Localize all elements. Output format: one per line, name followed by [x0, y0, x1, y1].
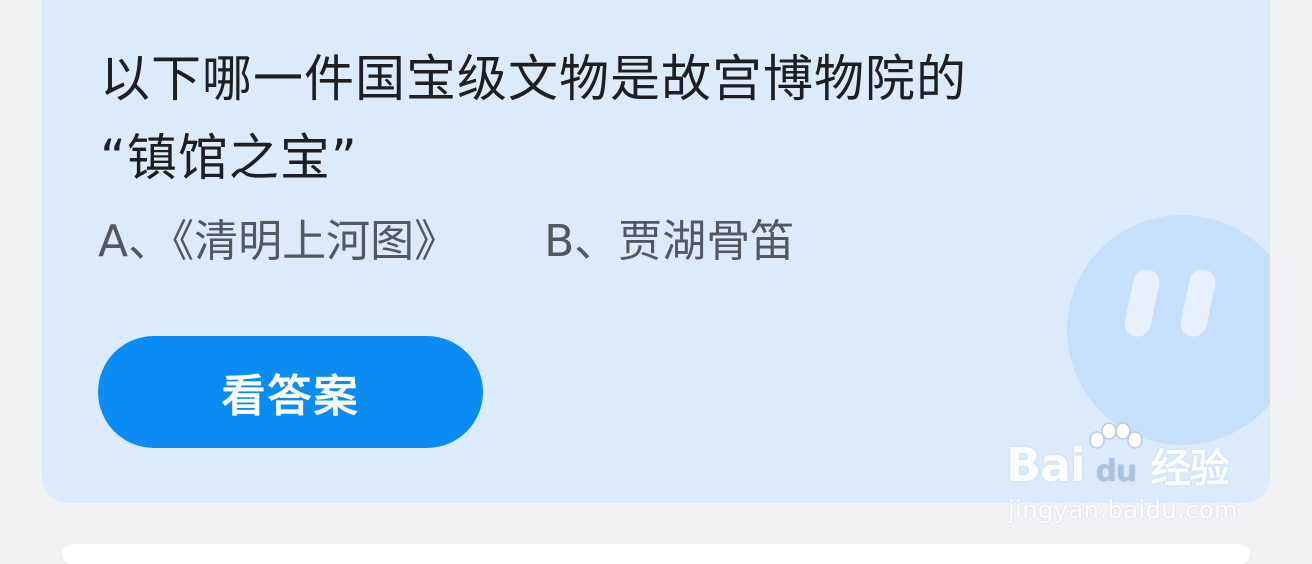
mascot-eye [1122, 267, 1162, 339]
option-b[interactable]: B、贾湖骨笛 [544, 212, 794, 272]
baidu-paw-icon: du [1087, 422, 1145, 492]
question-line-1: 以下哪一件国宝级文物是故宫博物院的 [100, 50, 967, 108]
question-text: 以下哪一件国宝级文物是故宫博物院的 “镇馆之宝” [100, 40, 1210, 198]
mascot-eye [1178, 267, 1218, 339]
answer-options: A、《清明上河图》 B、贾湖骨笛 [98, 212, 794, 272]
watermark-logo-prefix: Bai [1006, 438, 1086, 492]
show-answer-button[interactable]: 看答案 [98, 336, 483, 448]
question-line-2: “镇馆之宝” [100, 129, 358, 187]
watermark-url: jingyan.baidu.com [1008, 496, 1238, 524]
option-a[interactable]: A、《清明上河图》 [98, 212, 458, 272]
watermark-logo-suffix: 经验 [1150, 446, 1230, 492]
baidu-jingyan-watermark: Bai du 经验 jingyan.baidu.com [1000, 410, 1300, 530]
next-card-edge [62, 544, 1250, 564]
watermark-logo: Bai du 经验 [1006, 422, 1230, 494]
watermark-logo-paw-text: du [1095, 453, 1137, 489]
